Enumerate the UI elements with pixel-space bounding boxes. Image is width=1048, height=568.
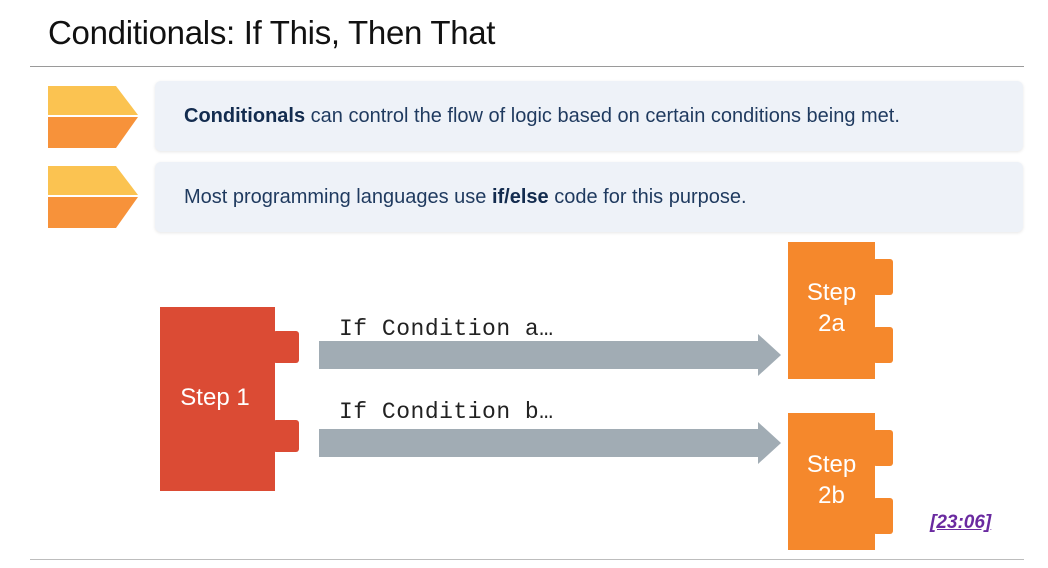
bottom-divider xyxy=(30,559,1024,560)
step-1-label: Step 1 xyxy=(180,384,250,411)
step-2a-label: Step 2a xyxy=(788,277,875,339)
step-2b-line-2: 2b xyxy=(818,482,845,509)
step-2a-line-2: 2a xyxy=(818,310,845,337)
timestamp-link[interactable]: [23:06] xyxy=(930,512,991,534)
step-2b-line-1: Step xyxy=(806,451,857,478)
condition-b-label: If Condition b… xyxy=(339,399,554,425)
flow-diagram xyxy=(160,242,893,550)
condition-a-label: If Condition a… xyxy=(339,316,554,342)
arrow-b xyxy=(319,422,781,464)
step-2b-label: Step 2b xyxy=(788,449,875,511)
step-2a-line-1: Step xyxy=(806,279,857,306)
